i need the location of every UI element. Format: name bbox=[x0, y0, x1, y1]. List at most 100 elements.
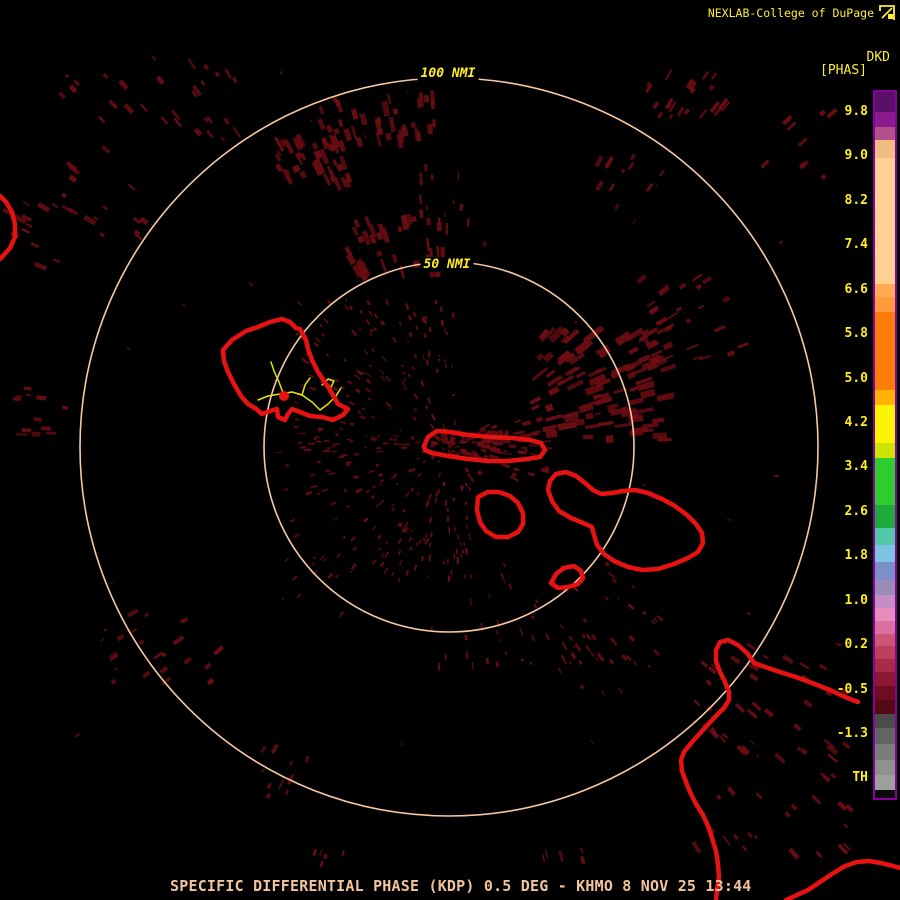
radar-echo bbox=[378, 473, 383, 478]
radar-echo bbox=[380, 370, 385, 375]
radar-echo bbox=[529, 396, 542, 405]
radar-echo bbox=[502, 562, 507, 568]
radar-echo bbox=[685, 317, 692, 324]
radar-echo bbox=[651, 620, 656, 625]
radar-echo bbox=[359, 310, 364, 315]
radar-echo bbox=[426, 537, 430, 542]
radar-echo bbox=[375, 503, 381, 508]
radar-echo bbox=[108, 99, 118, 109]
colorbar bbox=[873, 90, 897, 800]
radar-echo bbox=[439, 306, 443, 313]
radar-echo bbox=[592, 393, 602, 401]
radar-echo bbox=[481, 445, 490, 449]
colorbar-tick-label: 5.8 bbox=[844, 326, 868, 342]
radar-echo bbox=[200, 80, 206, 86]
radar-echo bbox=[726, 786, 736, 797]
radar-echo bbox=[652, 101, 660, 110]
radar-echo bbox=[332, 176, 343, 192]
units-label: [PHAS] bbox=[820, 63, 867, 78]
radar-echo bbox=[542, 351, 555, 363]
radar-echo bbox=[296, 300, 303, 307]
radar-echo bbox=[435, 368, 439, 374]
radar-echo bbox=[611, 577, 618, 584]
radar-echo bbox=[713, 324, 726, 333]
radar-echo bbox=[203, 63, 210, 71]
radar-echo bbox=[533, 603, 538, 609]
radar-echo bbox=[513, 467, 520, 472]
radar-echo bbox=[317, 118, 326, 131]
radar-echo bbox=[385, 402, 392, 408]
radar-echo bbox=[594, 155, 604, 168]
radar-echo bbox=[655, 316, 668, 327]
radar-echo bbox=[365, 489, 371, 494]
radar-echo bbox=[308, 442, 315, 445]
radar-echo bbox=[324, 440, 330, 442]
radar-echo bbox=[344, 304, 350, 311]
radar-echo bbox=[413, 354, 418, 359]
radar-echo bbox=[574, 642, 582, 652]
radar-echo bbox=[702, 275, 713, 285]
radar-echo bbox=[454, 525, 456, 533]
radar-echo bbox=[746, 611, 751, 616]
radar-echo bbox=[495, 443, 503, 446]
radar-echo bbox=[418, 539, 422, 545]
range-ring-label-100nmi: 100 NMI bbox=[417, 66, 479, 81]
radar-echo bbox=[330, 501, 337, 506]
radar-echo bbox=[676, 106, 685, 117]
radar-echo bbox=[425, 359, 430, 366]
island-outline-oahu bbox=[220, 316, 351, 423]
radar-echo bbox=[317, 427, 324, 431]
radar-echo bbox=[753, 834, 759, 840]
radar-echo bbox=[21, 428, 32, 433]
radar-echo bbox=[423, 333, 427, 338]
radar-echo bbox=[401, 364, 404, 368]
radar-echo bbox=[370, 415, 376, 419]
colorbar-tick-label: 2.6 bbox=[844, 503, 868, 519]
radar-echo bbox=[559, 624, 564, 630]
radar-echo bbox=[747, 831, 753, 839]
radar-echo bbox=[781, 114, 793, 126]
radar-echo bbox=[401, 446, 408, 449]
radar-echo bbox=[383, 442, 389, 445]
radar-echo bbox=[675, 306, 682, 312]
radar-echo bbox=[417, 472, 422, 478]
radar-echo bbox=[545, 633, 550, 641]
radar-echo bbox=[364, 435, 368, 438]
strong-echo-blob bbox=[279, 391, 289, 401]
radar-echo bbox=[347, 438, 351, 441]
radar-echo bbox=[597, 420, 614, 427]
radar-echo bbox=[51, 202, 59, 209]
radar-echo bbox=[561, 641, 568, 651]
radar-echo bbox=[351, 226, 359, 236]
radar-echo bbox=[397, 538, 403, 544]
radar-echo bbox=[331, 450, 336, 453]
radar-echo bbox=[139, 103, 149, 113]
radar-echo bbox=[394, 442, 398, 446]
radar-echo bbox=[585, 645, 591, 652]
radar-echo bbox=[715, 794, 722, 800]
radar-echo bbox=[631, 584, 635, 589]
radar-echo bbox=[423, 94, 430, 103]
radar-echo bbox=[500, 572, 505, 579]
radar-echo bbox=[468, 533, 472, 541]
radar-echo bbox=[442, 560, 445, 565]
radar-echo bbox=[444, 328, 446, 334]
radar-echo bbox=[320, 333, 325, 337]
radar-echo bbox=[23, 386, 32, 391]
radar-echo bbox=[617, 597, 621, 601]
radar-echo bbox=[430, 173, 434, 181]
radar-echo bbox=[359, 415, 366, 420]
radar-echo bbox=[416, 491, 420, 496]
radar-echo bbox=[760, 159, 770, 169]
radar-echo bbox=[375, 463, 380, 467]
radar-echo bbox=[582, 434, 594, 440]
radar-echo bbox=[260, 768, 265, 773]
radar-echo bbox=[403, 443, 410, 446]
radar-echo bbox=[377, 534, 382, 540]
radar-echo bbox=[224, 68, 232, 79]
radar-echo bbox=[627, 603, 635, 610]
radar-echo bbox=[429, 423, 435, 430]
radar-echo bbox=[545, 369, 556, 378]
radar-echo bbox=[304, 448, 312, 452]
radar-echo bbox=[408, 536, 413, 542]
